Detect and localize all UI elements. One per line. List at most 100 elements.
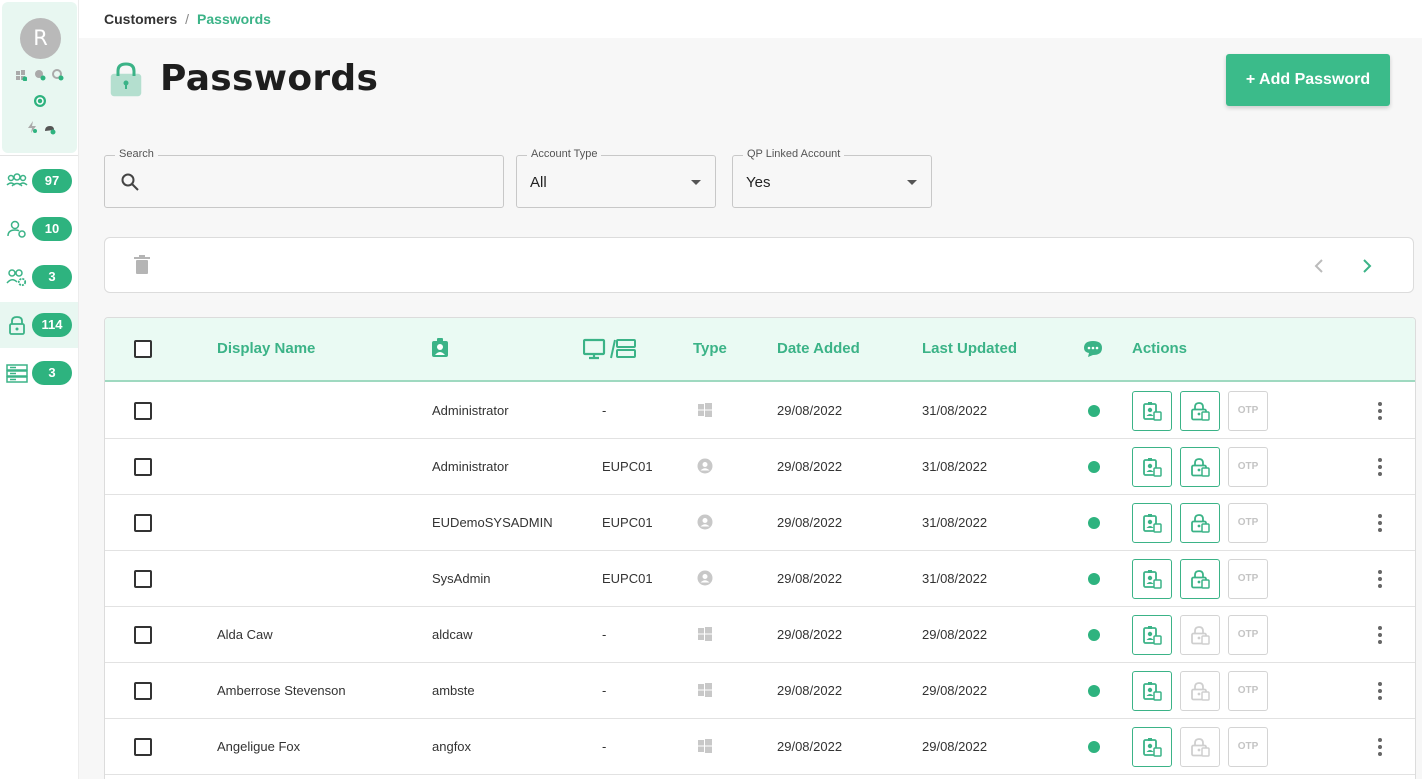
servers-icon (6, 364, 28, 383)
sidebar-item-servers[interactable]: 3 (0, 350, 78, 396)
device-server-icon[interactable] (583, 338, 637, 360)
passwords-table: Display Name Type Date Added Last Update… (104, 317, 1416, 779)
qp-linked-select[interactable]: QP Linked Account Yes (732, 148, 932, 208)
copy-username-button[interactable] (1132, 391, 1172, 431)
chevron-right-icon[interactable] (1361, 258, 1373, 274)
more-vertical-icon[interactable] (1373, 401, 1387, 421)
windows-icon (697, 682, 713, 698)
cell-last-updated: 29/08/2022 (922, 683, 988, 698)
sidebar-item-passwords[interactable]: 114 (0, 302, 78, 348)
page-title: Passwords (160, 58, 379, 99)
more-vertical-icon[interactable] (1373, 737, 1387, 757)
add-password-button[interactable]: + Add Password (1226, 54, 1390, 106)
cell-device: EUPC01 (602, 459, 653, 474)
more-vertical-icon[interactable] (1373, 569, 1387, 589)
copy-password-button[interactable] (1180, 391, 1220, 431)
sidebar-badge: 10 (32, 217, 72, 241)
more-vertical-icon[interactable] (1373, 457, 1387, 477)
table-row[interactable]: Administrator EUPC01 29/08/2022 31/08/2022 O… (105, 439, 1415, 495)
table-row[interactable]: Alda Caw aldcaw - 29/08/2022 29/08/2022 OTP (105, 607, 1415, 663)
caret-down-icon (907, 180, 917, 185)
more-vertical-icon[interactable] (1373, 625, 1387, 645)
otp-button: OTP (1228, 503, 1268, 543)
status-dot (1088, 685, 1100, 697)
copy-username-button[interactable] (1132, 615, 1172, 655)
header-display-name[interactable]: Display Name (217, 340, 315, 357)
table-row[interactable]: Angeligue Fox angfox - 29/08/2022 29/08/2022… (105, 719, 1415, 775)
breadcrumb-separator: / (185, 11, 190, 27)
table-row[interactable]: EUDemoSYSADMIN EUPC01 29/08/2022 31/08/2022… (105, 495, 1415, 551)
row-checkbox[interactable] (134, 514, 152, 532)
sidebar-item-users[interactable]: 97 (0, 158, 78, 204)
copy-username-button[interactable] (1132, 447, 1172, 487)
sidebar-item-users-gear[interactable]: 3 (0, 254, 78, 300)
cell-last-updated: 29/08/2022 (922, 627, 988, 642)
row-checkbox[interactable] (134, 570, 152, 588)
table-row[interactable]: Administrator - 29/08/2022 31/08/2022 OTP (105, 383, 1415, 439)
cell-last-updated: 31/08/2022 (922, 459, 988, 474)
apple-status-icon (35, 70, 46, 81)
cell-username: ambste (432, 683, 475, 698)
copy-username-button[interactable] (1132, 727, 1172, 767)
search-icon (121, 173, 139, 191)
cell-display-name: Angeligue Fox (217, 739, 301, 754)
copy-username-button[interactable] (1132, 559, 1172, 599)
sidebar-badge: 114 (32, 313, 72, 337)
trash-icon[interactable] (134, 255, 150, 275)
caret-down-icon (691, 180, 701, 185)
cell-device: EUPC01 (602, 571, 653, 586)
copy-password-button[interactable] (1180, 503, 1220, 543)
row-checkbox[interactable] (134, 682, 152, 700)
row-checkbox[interactable] (134, 402, 152, 420)
otp-button: OTP (1228, 391, 1268, 431)
copy-username-button[interactable] (1132, 671, 1172, 711)
header-actions: Actions (1132, 340, 1188, 357)
cell-date-added: 29/08/2022 (777, 571, 843, 586)
more-vertical-icon[interactable] (1373, 513, 1387, 533)
windows-icon (697, 402, 713, 418)
sidebar-item-user-settings[interactable]: 10 (0, 206, 78, 252)
row-checkbox[interactable] (134, 626, 152, 644)
select-all-checkbox[interactable] (134, 340, 152, 358)
copy-password-button (1180, 727, 1220, 767)
user-settings-icon (7, 220, 26, 238)
account-type-label: Account Type (527, 148, 602, 160)
account-type-select[interactable]: Account Type All (516, 148, 716, 208)
copy-password-button (1180, 615, 1220, 655)
copy-username-button[interactable] (1132, 503, 1172, 543)
row-checkbox[interactable] (134, 458, 152, 476)
copy-password-button[interactable] (1180, 447, 1220, 487)
table-row[interactable]: SysAdmin EUPC01 29/08/2022 31/08/2022 OTP (105, 551, 1415, 607)
search-field[interactable]: Search (104, 148, 504, 208)
otp-button: OTP (1228, 447, 1268, 487)
status-dot (1088, 629, 1100, 641)
chevron-left-icon[interactable] (1313, 258, 1325, 274)
breadcrumb-customers-link[interactable]: Customers (104, 11, 177, 27)
more-vertical-icon[interactable] (1373, 681, 1387, 701)
table-row[interactable]: Amberrose Stevenson ambste - 29/08/2022 29/0… (105, 663, 1415, 719)
lock-title-icon (110, 62, 142, 97)
search-input[interactable] (145, 168, 495, 196)
header-type[interactable]: Type (693, 340, 727, 357)
cell-device: - (602, 627, 607, 642)
avatar[interactable]: R (20, 18, 61, 59)
search-label: Search (115, 148, 158, 160)
sidebar: R 97 10 3 114 3 (0, 0, 79, 779)
users-gear-icon (6, 269, 27, 287)
otp-button: OTP (1228, 559, 1268, 599)
copy-password-button[interactable] (1180, 559, 1220, 599)
cell-username: aldcaw (432, 627, 473, 642)
header-date-added[interactable]: Date Added (777, 340, 860, 357)
user-id-icon[interactable] (431, 338, 449, 358)
cell-username: angfox (432, 739, 472, 754)
status-dot (1088, 461, 1100, 473)
cell-username: Administrator (432, 459, 509, 474)
header-last-updated[interactable]: Last Updated (922, 340, 1017, 357)
profile-card: R (2, 2, 77, 153)
chat-icon[interactable] (1083, 340, 1103, 358)
sidebar-badge: 3 (32, 361, 72, 385)
sidebar-badge: 3 (32, 265, 72, 289)
windows-icon (697, 738, 713, 754)
row-checkbox[interactable] (134, 738, 152, 756)
power-status-icon (28, 121, 37, 133)
